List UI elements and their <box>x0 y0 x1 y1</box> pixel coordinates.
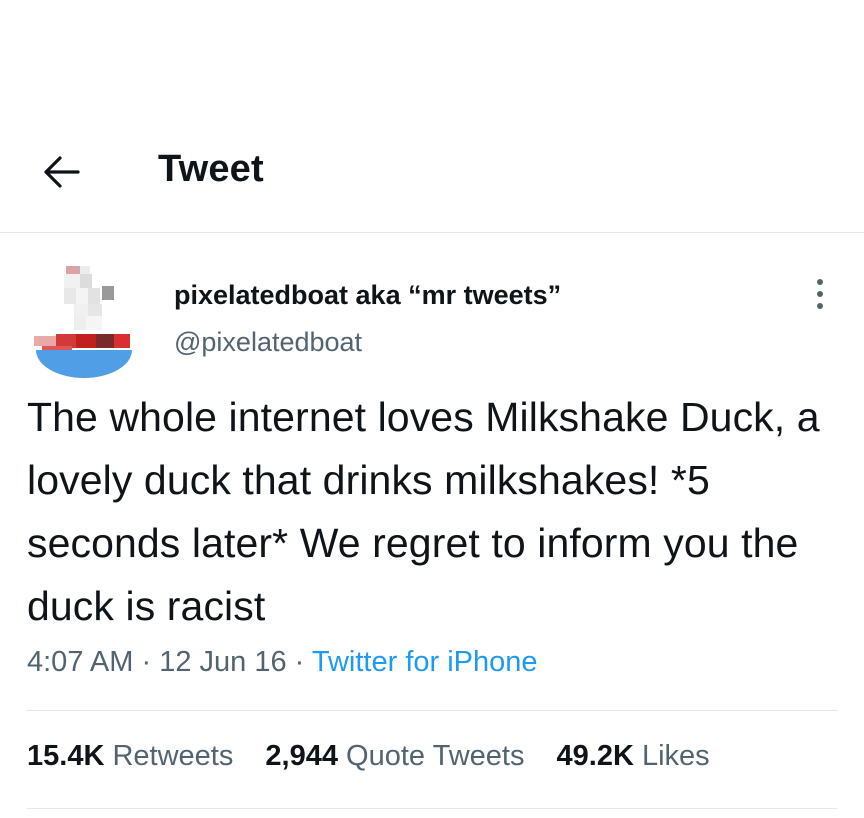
vertical-ellipsis-icon <box>817 279 823 309</box>
meta-separator: · <box>294 646 305 678</box>
author-display-name[interactable]: pixelatedboat aka “mr tweets” <box>174 280 561 311</box>
likes-stat[interactable]: 49.2K Likes <box>557 740 710 773</box>
quote-tweets-label: Quote Tweets <box>346 740 525 772</box>
quote-tweets-stat[interactable]: 2,944 Quote Tweets <box>265 740 524 773</box>
avatar[interactable] <box>34 262 134 378</box>
tweet-metadata: 4:07 AM · 12 Jun 16 · Twitter for iPhone <box>27 646 538 679</box>
pixelated-boat-avatar <box>34 266 132 378</box>
likes-count: 49.2K <box>556 740 634 772</box>
tweet-date: 12 Jun 16 <box>159 646 287 678</box>
tweet-header: Tweet <box>0 0 864 233</box>
tweet-source-link[interactable]: Twitter for iPhone <box>312 646 538 678</box>
likes-label: Likes <box>641 740 710 772</box>
retweets-count: 15.4K <box>27 740 105 772</box>
tweet-stats: 15.4K Retweets 2,944 Quote Tweets 49.2K … <box>27 740 734 773</box>
quote-tweets-count: 2,944 <box>265 740 338 772</box>
tweet-time: 4:07 AM <box>27 646 134 678</box>
retweets-label: Retweets <box>112 740 234 772</box>
more-options-button[interactable] <box>808 276 832 312</box>
back-button[interactable] <box>38 150 86 194</box>
meta-separator: · <box>141 646 152 678</box>
divider <box>27 808 837 809</box>
author-handle[interactable]: @pixelatedboat <box>174 327 362 358</box>
retweets-stat[interactable]: 15.4K Retweets <box>27 740 233 773</box>
page-title: Tweet <box>158 148 264 190</box>
arrow-left-icon <box>44 156 80 188</box>
tweet-text: The whole internet loves Milkshake Duck,… <box>27 394 820 629</box>
divider <box>27 710 837 711</box>
